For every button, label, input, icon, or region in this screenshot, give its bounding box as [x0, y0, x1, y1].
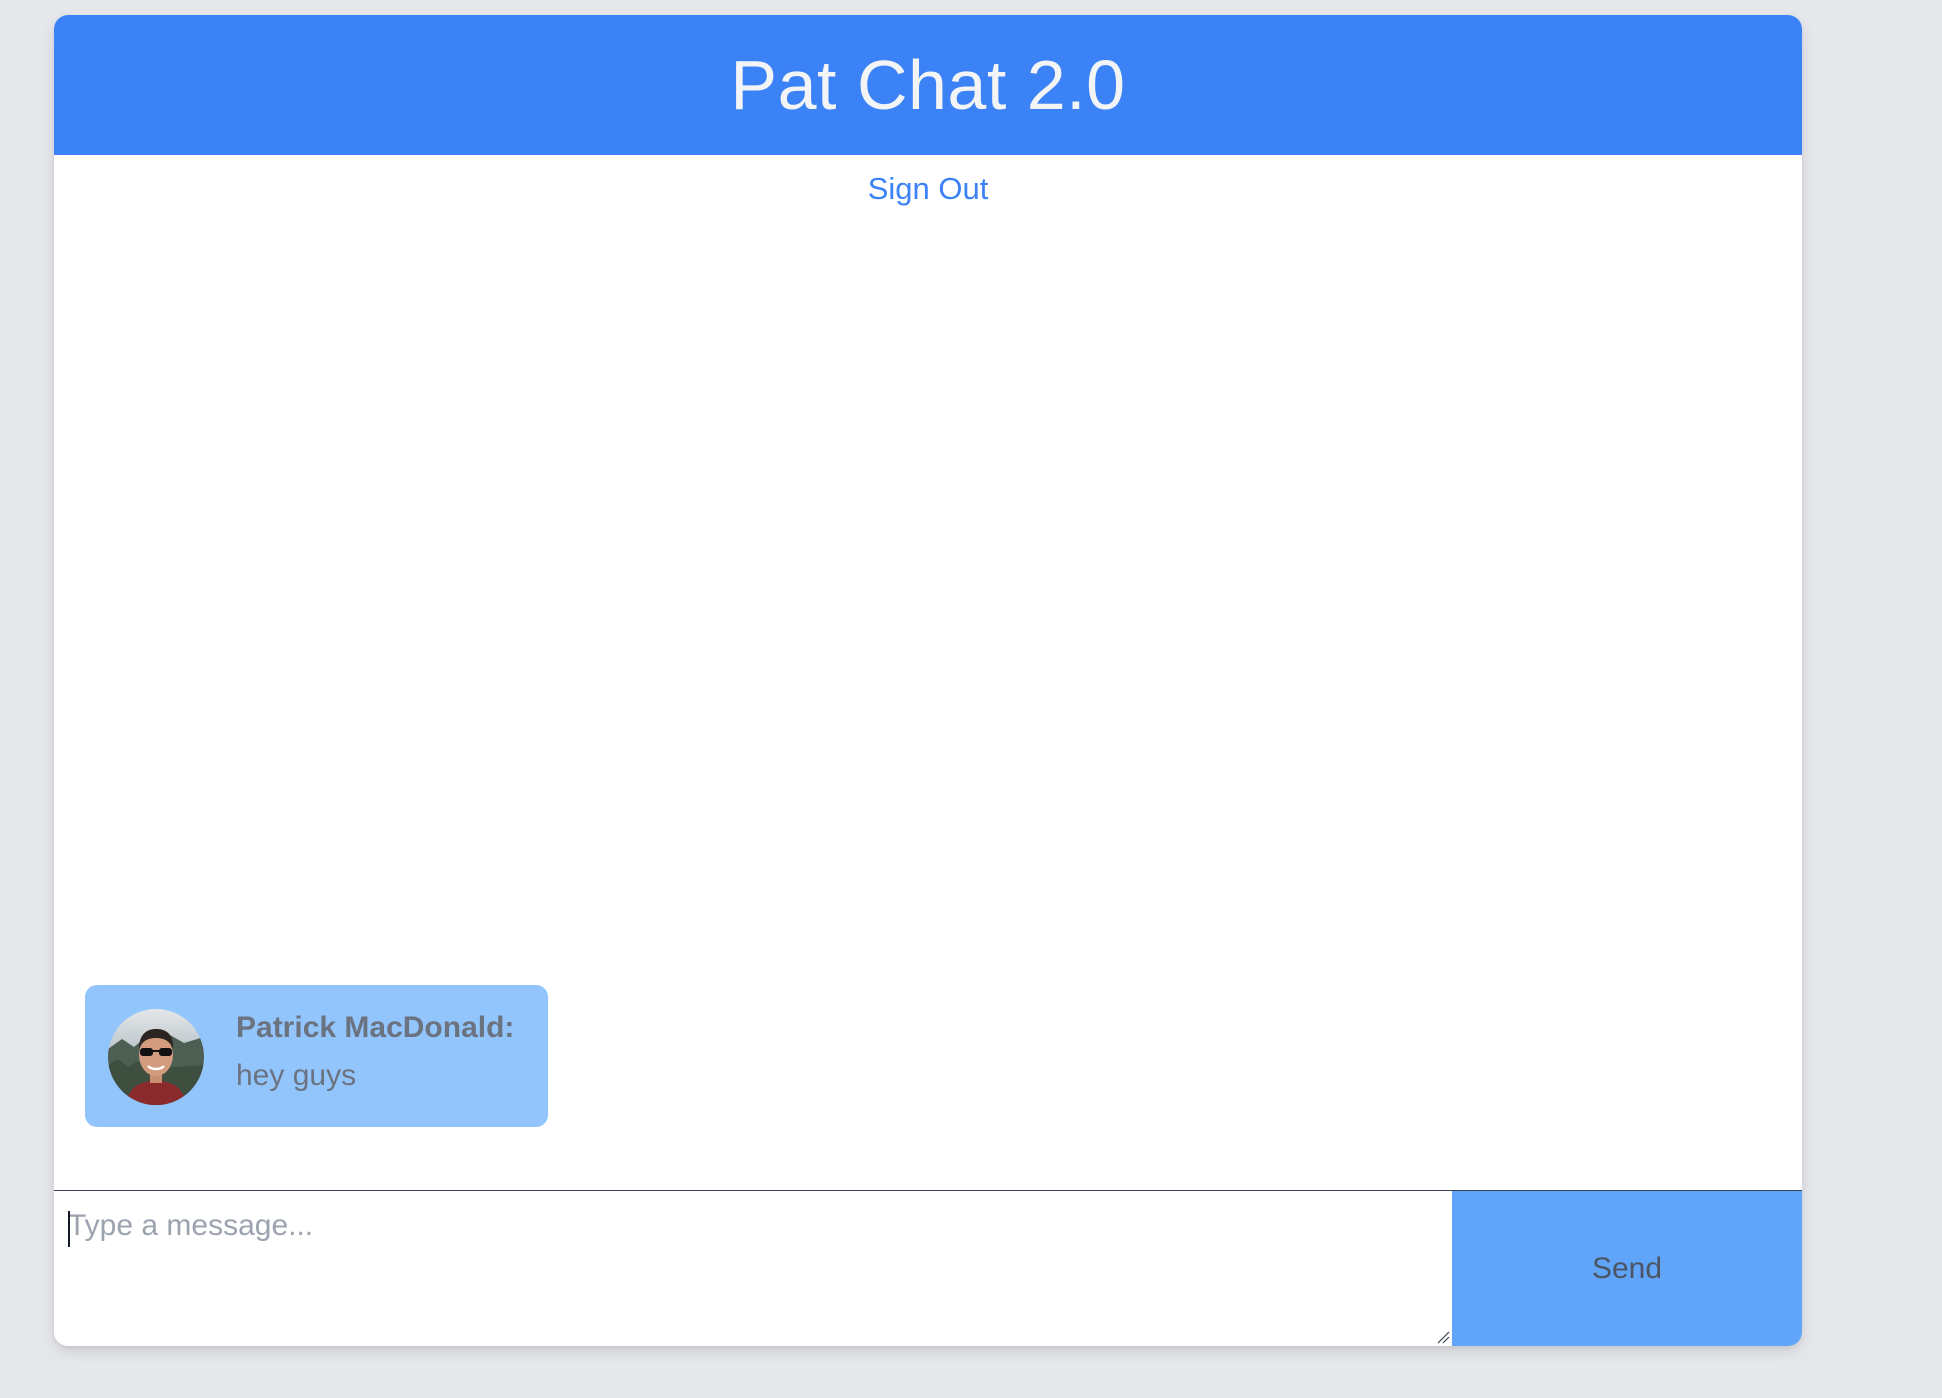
resize-grip-icon[interactable] — [1434, 1328, 1450, 1344]
user-avatar-icon — [108, 1009, 204, 1105]
app-title: Pat Chat 2.0 — [730, 46, 1126, 124]
message-text: hey guys — [236, 1059, 357, 1092]
send-button[interactable]: Send — [1452, 1190, 1802, 1346]
text-caret — [68, 1211, 70, 1247]
message-bubble: Patrick MacDonald: hey guys — [85, 985, 548, 1127]
chat-header: Pat Chat 2.0 — [54, 15, 1802, 155]
chat-window: Pat Chat 2.0 Sign Out Patrick MacDonald:… — [54, 15, 1802, 1346]
sign-out-link[interactable]: Sign Out — [54, 171, 1802, 207]
message-composer: Send — [54, 1190, 1802, 1346]
message-author: Patrick MacDonald: — [236, 1011, 515, 1044]
message-input[interactable] — [54, 1190, 1452, 1346]
avatar — [108, 1009, 204, 1105]
